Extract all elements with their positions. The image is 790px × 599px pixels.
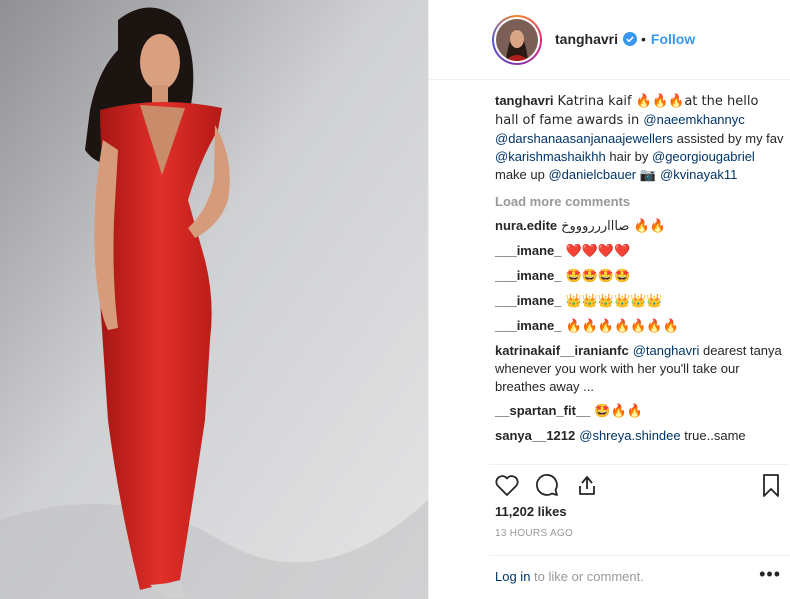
caption-mention[interactable]: @kvinayak11: [660, 167, 737, 182]
comment-username[interactable]: sanya__1212: [495, 428, 575, 443]
post-author-username[interactable]: tanghavri: [555, 31, 618, 47]
caption-text: hair by: [605, 149, 652, 164]
comment-username[interactable]: nura.edite: [495, 218, 557, 233]
caption-text: make up: [495, 167, 549, 182]
more-options-icon[interactable]: •••: [759, 564, 781, 585]
likes-count[interactable]: 11,202 likes: [495, 504, 567, 519]
comment-item: ___imane_ 🤩🤩🤩🤩: [495, 267, 785, 286]
comment-text: 👑👑👑👑👑👑: [565, 294, 663, 309]
comment-username[interactable]: ___imane_: [495, 318, 562, 333]
comment-item: __spartan_fit__ 🤩🔥🔥: [495, 402, 785, 421]
heart-icon[interactable]: [493, 471, 523, 501]
post-actions-bar: [489, 464, 789, 504]
verified-badge-icon: [623, 32, 638, 46]
comment-item: sanya__1212 @shreya.shindee true..same: [495, 427, 785, 445]
follow-button[interactable]: Follow: [651, 31, 695, 47]
comment-mention[interactable]: @tanghavri: [633, 343, 700, 358]
share-icon[interactable]: [573, 471, 603, 501]
post-sidebar: tanghavri • Follow tanghavri Katrina kaif…: [428, 0, 790, 599]
comment-username[interactable]: ___imane_: [495, 243, 562, 258]
avatar-image: [496, 19, 538, 61]
caption-text: assisted by my fav: [672, 131, 784, 146]
comment-footer: Log in to like or comment. •••: [489, 555, 790, 599]
comment-item: ___imane_ ❤️❤️❤️❤️: [495, 242, 785, 261]
login-prompt: Log in to like or comment.: [495, 569, 644, 584]
separator-dot: •: [641, 31, 646, 47]
post-photo[interactable]: [0, 0, 428, 599]
camera-emoji: 📷: [639, 168, 661, 183]
comment-item: nura.edite صاااررروووخ 🔥🔥: [495, 217, 785, 236]
comment-mention[interactable]: @shreya.shindee: [579, 428, 680, 443]
login-link[interactable]: Log in: [495, 569, 530, 584]
comment-text: ❤️❤️❤️❤️: [565, 244, 631, 259]
comment-username[interactable]: ___imane_: [495, 293, 562, 308]
comment-text: صاااررروووخ 🔥🔥: [561, 219, 666, 234]
comment-item: ___imane_ 🔥🔥🔥🔥🔥🔥🔥: [495, 317, 785, 336]
bookmark-icon[interactable]: [757, 471, 787, 501]
comment-username[interactable]: katrinakaif__iranianfc: [495, 343, 629, 358]
caption-username[interactable]: tanghavri: [495, 93, 554, 108]
load-more-comments-button[interactable]: Load more comments: [495, 193, 785, 211]
comment-username[interactable]: ___imane_: [495, 268, 562, 283]
post-header: tanghavri • Follow: [429, 0, 790, 80]
caption-mention[interactable]: @danielcbauer: [548, 167, 636, 182]
comment-item: ___imane_ 👑👑👑👑👑👑: [495, 292, 785, 311]
post-timestamp: 13 HOURS AGO: [495, 528, 574, 539]
comment-text: true..same: [680, 428, 746, 443]
login-suffix: to like or comment.: [530, 569, 644, 584]
comment-text: 🔥🔥🔥🔥🔥🔥🔥: [565, 319, 679, 334]
avatar[interactable]: [492, 15, 542, 65]
caption-mention[interactable]: @georgiougabriel: [652, 149, 755, 164]
comments-list: tanghavri Katrina kaif 🔥🔥🔥at the hello ha…: [495, 92, 785, 451]
comment-text: 🤩🤩🤩🤩: [565, 269, 631, 284]
comment-text: 🤩🔥🔥: [594, 404, 643, 419]
caption-mention[interactable]: @naeemkhannyc: [643, 112, 744, 127]
comment-item: katrinakaif__iranianfc @tanghavri dearest…: [495, 342, 785, 396]
comment-username[interactable]: __spartan_fit__: [495, 403, 590, 418]
caption-mention[interactable]: @darshanaasanjanaajewellers: [495, 131, 673, 146]
post-caption: tanghavri Katrina kaif 🔥🔥🔥at the hello ha…: [495, 92, 785, 185]
post-image: [0, 0, 428, 599]
caption-mention[interactable]: @karishmashaikhh: [495, 149, 606, 164]
comment-icon[interactable]: [533, 471, 563, 501]
